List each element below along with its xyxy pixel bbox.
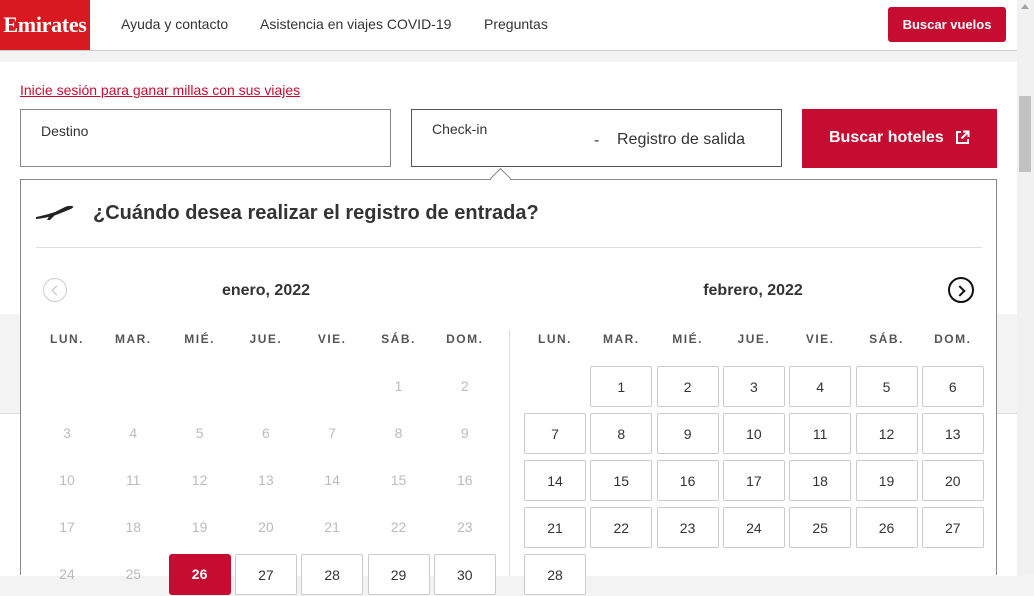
calendar-day: 11 [126, 472, 141, 488]
next-month-button[interactable] [948, 277, 974, 303]
prev-month-button[interactable] [43, 278, 67, 302]
weekday-header: SÁB. [381, 332, 416, 346]
top-header: Emirates Ayuda y contacto Asistencia en … [0, 0, 1017, 51]
calendar-day[interactable]: 18 [789, 460, 852, 501]
destination-field[interactable]: Destino [20, 109, 391, 167]
calendar-day[interactable]: 22 [590, 507, 653, 548]
calendar-day[interactable]: 24 [722, 507, 785, 548]
calendar-day: 12 [191, 472, 208, 488]
nav-covid-assistance[interactable]: Asistencia en viajes COVID-19 [260, 16, 451, 32]
date-separator: - [594, 132, 600, 149]
destination-label: Destino [41, 123, 89, 139]
calendar-day: 2 [460, 378, 469, 394]
calendar-day: 10 [59, 472, 75, 488]
calendar-day: 20 [258, 519, 274, 535]
calendar-day: 1 [394, 378, 403, 394]
calendar-day: 17 [59, 519, 75, 535]
calendar-day[interactable]: 9 [656, 413, 719, 454]
calendar-day[interactable]: 3 [722, 366, 785, 407]
calendar-day[interactable]: 19 [855, 460, 918, 501]
calendar-day: 16 [457, 472, 473, 488]
calendar-day: 8 [394, 425, 403, 441]
calendar-day[interactable]: 2 [656, 366, 719, 407]
calendar-day[interactable]: 5 [855, 366, 918, 407]
calendar-day: 21 [324, 519, 340, 535]
calendar-day: 19 [191, 519, 208, 535]
calendar-day: 22 [390, 519, 407, 535]
weekday-header: VIE. [805, 332, 835, 346]
nav-faq[interactable]: Preguntas [484, 16, 548, 32]
calendar-divider [36, 247, 982, 248]
weekday-header: MIÉ. [672, 332, 703, 346]
date-picker-popup: ¿Cuándo desea realizar el registro de en… [20, 179, 997, 595]
month-title-february: febrero, 2022 [703, 282, 803, 299]
emirates-logo[interactable]: Emirates [0, 0, 90, 50]
weekday-header: MAR. [114, 332, 152, 346]
checkin-label: Check-in [432, 121, 488, 137]
calendar-day: 5 [195, 425, 204, 441]
calendar-day[interactable]: 7 [524, 413, 586, 454]
calendar-day[interactable]: 10 [722, 413, 785, 454]
calendar-day[interactable]: 4 [789, 366, 852, 407]
calendar-day: 3 [63, 425, 71, 441]
calendar-day[interactable]: 8 [590, 413, 653, 454]
calendar-day[interactable]: 27 [921, 507, 984, 548]
month-title-january: enero, 2022 [221, 282, 311, 299]
weekday-header: JUE. [737, 332, 771, 346]
calendar-day[interactable]: 13 [921, 413, 984, 454]
weekday-header: DOM. [934, 332, 972, 346]
weekday-header: VIE. [317, 332, 347, 346]
weekday-header: LUN. [50, 332, 84, 346]
month-separator [509, 330, 510, 576]
calendar-day: 9 [460, 425, 469, 441]
search-flights-button[interactable]: Buscar vuelos [888, 7, 1006, 42]
external-link-icon [956, 130, 970, 144]
checkout-label[interactable]: Registro de salida [617, 131, 745, 149]
calendar-day[interactable]: 23 [656, 507, 719, 548]
calendar-day[interactable]: 14 [524, 460, 586, 501]
calendar-day[interactable]: 15 [590, 460, 653, 501]
dates-field[interactable]: Check-in - Registro de salida [411, 109, 782, 167]
search-hotels-label: Buscar hoteles [829, 129, 944, 146]
calendar-day: 18 [125, 519, 142, 535]
calendar-day[interactable]: 12 [855, 413, 918, 454]
calendar-day: 23 [457, 519, 473, 535]
weekday-header: MIÉ. [184, 332, 215, 346]
weekday-header: DOM. [446, 332, 484, 346]
search-hotels-button[interactable]: Buscar hoteles [802, 109, 997, 168]
calendar-day: 14 [324, 472, 340, 488]
weekday-header: JUE. [249, 332, 283, 346]
weekday-header: MAR. [602, 332, 640, 346]
calendar-day[interactable]: 26 [855, 507, 918, 548]
calendar-day[interactable]: 20 [921, 460, 984, 501]
nav-help-contact[interactable]: Ayuda y contacto [121, 16, 228, 32]
airplane-icon [36, 205, 74, 220]
calendar-day[interactable]: 1 [590, 366, 653, 407]
weekday-header: LUN. [538, 332, 572, 346]
calendar-day: 6 [261, 425, 270, 441]
page-scrollbar[interactable] [1017, 0, 1034, 575]
calendar-day[interactable]: 25 [789, 507, 852, 548]
chevron-left-icon [51, 285, 62, 296]
scroll-thumb[interactable] [1019, 96, 1031, 172]
calendar-day[interactable]: 16 [656, 460, 719, 501]
calendar-title: ¿Cuándo desea realizar el registro de en… [93, 202, 539, 224]
calendar-day: 7 [328, 425, 337, 441]
calendar-day[interactable]: 17 [722, 460, 785, 501]
scroll-up-arrow-icon[interactable] [1021, 4, 1029, 9]
weekday-header: SÁB. [869, 332, 904, 346]
calendar-day: 4 [129, 425, 138, 441]
calendar-day: 13 [258, 472, 274, 488]
login-miles-link[interactable]: Inicie sesión para ganar millas con sus … [20, 82, 300, 98]
calendar-day[interactable]: 6 [921, 366, 984, 407]
calendar-day: 15 [390, 472, 407, 488]
calendar-day[interactable]: 11 [789, 413, 852, 454]
chevron-right-icon [954, 285, 966, 297]
calendar-day[interactable]: 21 [524, 507, 586, 548]
